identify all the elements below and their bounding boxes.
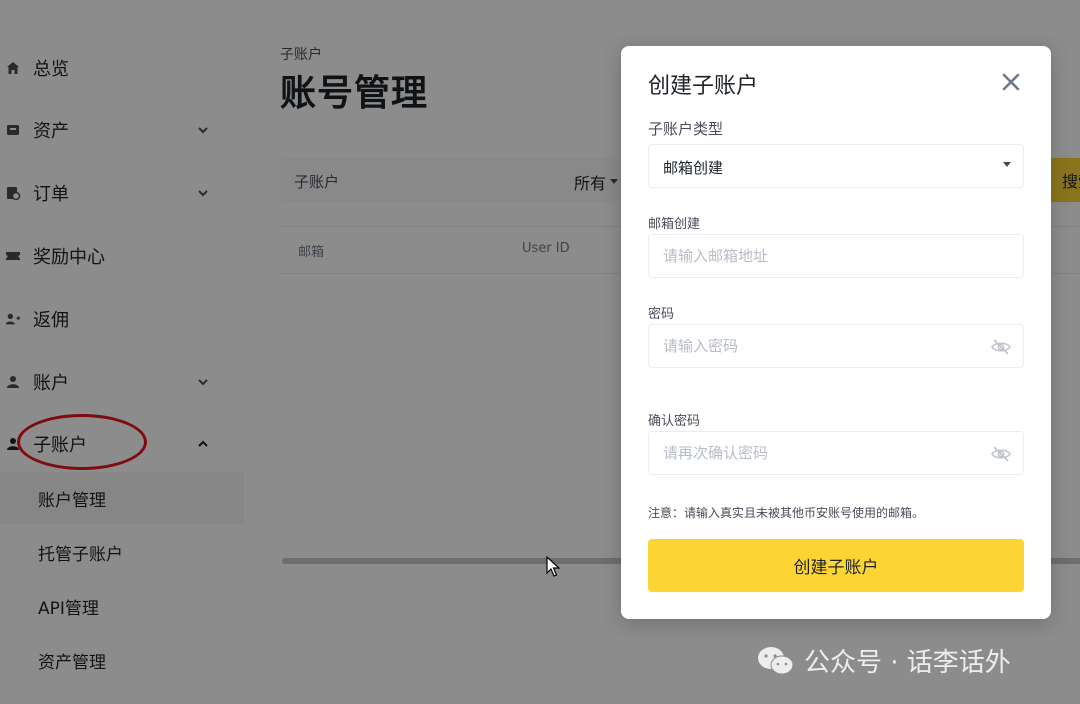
wechat-icon (758, 646, 794, 674)
password-field[interactable] (648, 324, 1024, 368)
confirm-password-label: 确认密码 (648, 414, 701, 429)
account-type-value: 邮箱创建 (663, 159, 724, 177)
close-icon[interactable] (999, 70, 1023, 94)
password-input[interactable] (649, 325, 1023, 367)
confirm-password-input[interactable] (649, 432, 1023, 474)
modal-title: 创建子账户 (648, 74, 759, 99)
create-sub-account-modal: 创建子账户 子账户类型 邮箱创建 邮箱创建 密码 确认密码 注意：请输入真实 (621, 46, 1051, 619)
caret-down-icon (1003, 162, 1011, 167)
account-type-label: 子账户类型 (648, 120, 724, 138)
eye-off-icon[interactable] (991, 444, 1011, 464)
confirm-password-field[interactable] (648, 431, 1024, 475)
app-root: 总览 资产 订单 奖励中心 返佣 账户 子账户 账户管理 托管子账户 API管理… (0, 0, 1080, 704)
email-label: 邮箱创建 (648, 217, 701, 232)
email-input[interactable] (649, 235, 1023, 277)
create-sub-account-button[interactable]: 创建子账户 (648, 539, 1024, 592)
account-type-select[interactable]: 邮箱创建 (648, 144, 1024, 188)
mouse-cursor-icon (546, 556, 561, 577)
email-field[interactable] (648, 234, 1024, 278)
email-note: 注意：请输入真实且未被其他币安账号使用的邮箱。 (648, 506, 925, 520)
eye-off-icon[interactable] (991, 337, 1011, 357)
watermark: 公众号 · 话李话外 (756, 642, 1011, 679)
password-label: 密码 (648, 307, 675, 322)
watermark-text: 公众号 · 话李话外 (804, 648, 1011, 678)
